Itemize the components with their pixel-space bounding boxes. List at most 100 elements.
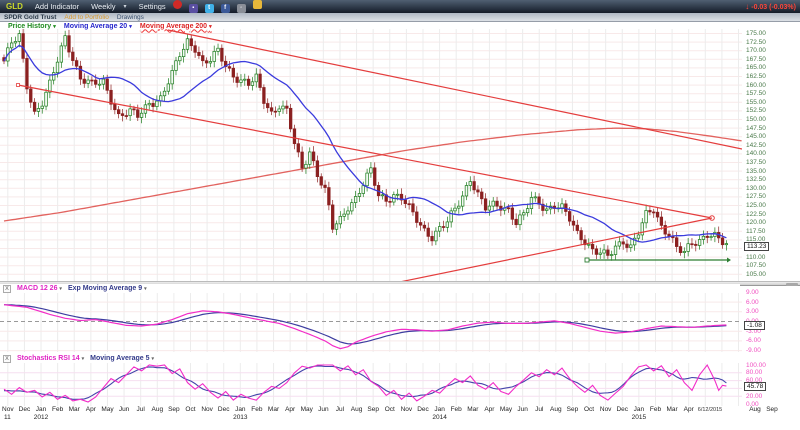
macd-axis-label: -9.00 <box>746 347 761 354</box>
xaxis-month-label: May <box>301 406 313 413</box>
xaxis-month-label: Nov <box>201 406 213 413</box>
toolbar-icons: ▪ tf ◦ <box>166 0 262 13</box>
xaxis-month-label: Jul <box>137 406 145 413</box>
price-axis-label: 160.00 <box>746 82 766 89</box>
price-axis-label: 105.00 <box>746 271 766 278</box>
period-select[interactable]: Weekly <box>91 2 115 11</box>
folder-icon[interactable] <box>253 0 262 9</box>
drawings-menu[interactable]: Drawings <box>117 14 144 21</box>
macd-axis-label: -6.00 <box>746 337 761 344</box>
xaxis-month-label: Jul <box>535 406 543 413</box>
xaxis-month-label: Mar <box>467 406 478 413</box>
record-icon[interactable] <box>173 0 182 9</box>
stoch-chart[interactable] <box>0 363 742 406</box>
top-toolbar: GLD Add Indicator Weekly ▾ Settings ▪ tf ◦… <box>0 0 800 13</box>
xaxis-month-label: Jun <box>119 406 129 413</box>
xaxis-month-label: Dec <box>19 406 31 413</box>
price-axis-label: 155.00 <box>746 99 766 106</box>
xaxis-month-label: Feb <box>451 406 462 413</box>
price-axis-label: 152.50 <box>746 107 766 114</box>
security-name: SPDR Gold Trust <box>4 14 56 21</box>
macd-signal-dropdown[interactable]: Exp Moving Average 9 ▾ <box>68 285 147 292</box>
xaxis-month-label: Oct <box>385 406 395 413</box>
price-axis-label: 137.50 <box>746 159 766 166</box>
last-price-box: 113.23 <box>744 242 769 251</box>
xaxis-month-label: Feb <box>650 406 661 413</box>
xaxis-month-label: Apr <box>684 406 694 413</box>
price-axis-label: 145.00 <box>746 133 766 140</box>
xaxis-month-label: Dec <box>616 406 628 413</box>
stoch-last-box: 45.78 <box>744 382 766 391</box>
price-axis-label: 127.50 <box>746 193 766 200</box>
price-axis-label: 125.00 <box>746 202 766 209</box>
xaxis-year-label: 2013 <box>233 414 247 421</box>
xaxis-year-label: 2012 <box>34 414 48 421</box>
symbol-label: GLD <box>6 2 23 11</box>
camera-icon[interactable]: ◦ <box>237 4 246 13</box>
price-axis-label: 147.50 <box>746 125 766 132</box>
xaxis-month-label: Feb <box>251 406 262 413</box>
xaxis-month-label: Aug <box>151 406 163 413</box>
charting-app: GLD Add Indicator Weekly ▾ Settings ▪ tf ◦… <box>0 0 800 430</box>
macd-chart[interactable] <box>0 293 742 352</box>
scrollbar-grip[interactable] <box>786 283 798 286</box>
price-axis-label: 117.50 <box>746 228 765 235</box>
price-axis-label: 122.50 <box>746 211 766 218</box>
macd-close-button[interactable]: X <box>3 285 11 293</box>
add-indicator-button[interactable]: Add Indicator <box>35 2 79 11</box>
price-axis-label: 157.50 <box>746 90 766 97</box>
xaxis-year-label: 2015 <box>632 414 646 421</box>
macd-last-box: -1.08 <box>744 321 765 330</box>
price-axis-label: 167.50 <box>746 56 766 63</box>
xaxis-month-label: Aug <box>351 406 363 413</box>
xaxis-month-label: Dec <box>218 406 230 413</box>
quote-change: ↓-0.03 (-0.03%) <box>745 2 796 11</box>
xaxis-month-label: Mar <box>666 406 677 413</box>
xaxis-year-label: 2014 <box>432 414 446 421</box>
xaxis-month-label: Jan <box>634 406 644 413</box>
stoch-axis-label: 80.00 <box>746 369 762 376</box>
xaxis-month-label: Mar <box>69 406 80 413</box>
facebook-icon[interactable]: f <box>221 4 230 13</box>
xaxis-month-label: Aug <box>550 406 562 413</box>
macd-axis-label: 9.00 <box>746 289 759 296</box>
stoch-axis-label: 20.00 <box>746 393 762 400</box>
price-axis-label: 140.00 <box>746 150 766 157</box>
stoch-axis-label: 100.00 <box>746 362 766 369</box>
twitter-icon[interactable]: t <box>205 4 214 13</box>
xaxis-month-label: Nov <box>2 406 14 413</box>
price-axis-label: 130.00 <box>746 185 766 192</box>
xaxis-month-label: Nov <box>600 406 612 413</box>
share-icon[interactable]: ▪ <box>189 4 198 13</box>
price-axis-label: 162.50 <box>746 73 766 80</box>
stoch-close-button[interactable]: X <box>3 355 11 363</box>
stoch-dropdown[interactable]: Stochastics RSI 14 ▾ <box>17 355 84 362</box>
stoch-header: X Stochastics RSI 14 ▾ Moving Average 5 … <box>0 354 740 363</box>
xaxis-month-label: Mar <box>268 406 279 413</box>
macd-header: X MACD 12 26 ▾ Exp Moving Average 9 ▾ <box>0 284 740 293</box>
settings-button[interactable]: Settings <box>139 2 166 11</box>
down-arrow-icon: ↓ <box>745 2 749 11</box>
price-axis-label: 132.50 <box>746 176 766 183</box>
xaxis-month-label: Sep <box>567 406 579 413</box>
price-axis-label: 120.00 <box>746 219 766 226</box>
xaxis-month-label: Dec <box>417 406 429 413</box>
stoch-ma-dropdown[interactable]: Moving Average 5 ▾ <box>90 355 154 362</box>
xaxis-month-label: Jan <box>235 406 245 413</box>
xaxis-month-label: Apr <box>86 406 96 413</box>
price-axis-label: 170.00 <box>746 47 766 54</box>
symbol-subbar: SPDR Gold Trust Add to Portfolio Drawing… <box>0 13 800 22</box>
price-axis-label: 107.50 <box>746 262 766 269</box>
xaxis-month-label: May <box>500 406 512 413</box>
xaxis-month-label: Oct <box>185 406 195 413</box>
price-axis-label: 175.00 <box>746 30 766 37</box>
macd-dropdown[interactable]: MACD 12 26 ▾ <box>17 285 62 292</box>
xaxis-month-label: Sep <box>367 406 379 413</box>
period-caret-icon[interactable]: ▾ <box>124 3 127 10</box>
macd-axis-label: 3.00 <box>746 308 759 315</box>
price-chart[interactable] <box>0 29 742 281</box>
xaxis-month-label: Oct <box>584 406 594 413</box>
add-to-portfolio-link[interactable]: Add to Portfolio <box>64 14 108 21</box>
xaxis-month-label: Jan <box>434 406 444 413</box>
xaxis-month-label: Jun <box>318 406 328 413</box>
